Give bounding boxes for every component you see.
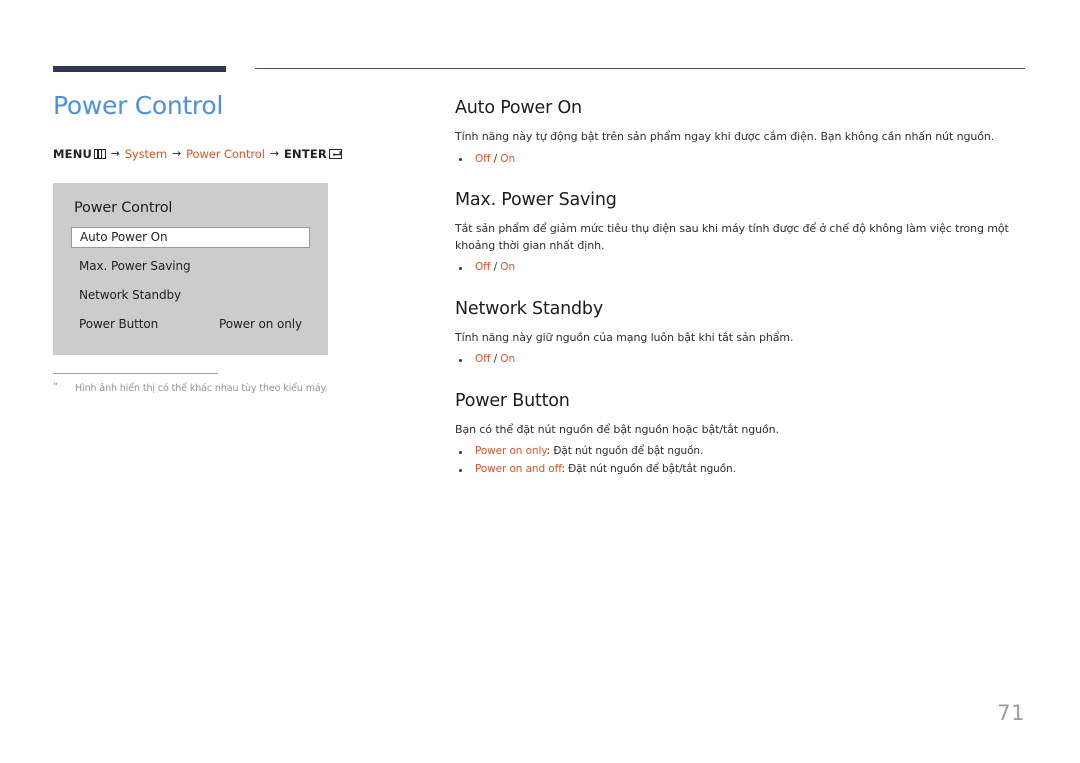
section-description: Tính năng này giữ nguồn của mạng luôn bậ… (455, 330, 794, 344)
breadcrumb-arrow-1: → (110, 147, 120, 161)
option-value-power-on-only: Power on only (475, 445, 547, 458)
section-description: Tính năng này tự động bật trên sản phẩm … (455, 130, 995, 143)
option-rest: : Đặt nút nguồn để bật/tắt nguồn. (561, 463, 736, 475)
option-value-on: On (500, 152, 516, 165)
breadcrumb: MENU → System → Power Control → ENTER (53, 147, 433, 161)
footnote-text: Hình ảnh hiển thị có thể khác nhau tùy t… (75, 382, 328, 394)
left-column: Power Control MENU → System → Power Cont… (53, 91, 433, 394)
option-item: Off / On (455, 351, 1027, 369)
footnote-divider (53, 372, 218, 374)
option-separator: / (490, 261, 501, 274)
breadcrumb-arrow-2: → (171, 147, 182, 161)
osd-row-label: Max. Power Saving (79, 259, 191, 274)
footnote: ˮ Hình ảnh hiển thị có thể khác nhau tùy… (53, 381, 433, 394)
section-max-power-saving: Max. Power Saving Tắt sản phẩm để giảm m… (455, 190, 1027, 277)
osd-row-label: Power Button (79, 317, 159, 332)
section-options: Off / On (455, 151, 1027, 169)
section-title: Auto Power On (455, 98, 582, 118)
osd-row-auto-power-on[interactable]: Auto Power On (71, 226, 310, 248)
option-item: Power on and off: Đặt nút nguồn để bật/t… (455, 461, 1027, 479)
footnote-block: ˮ Hình ảnh hiển thị có thể khác nhau tùy… (53, 372, 433, 394)
section-title: Max. Power Saving (455, 190, 617, 211)
breadcrumb-step-system[interactable]: System (125, 147, 167, 161)
option-separator: / (490, 353, 501, 366)
option-value-on: On (500, 261, 516, 274)
osd-row-value: Power on only (219, 317, 302, 332)
page-number: 71 (997, 701, 1025, 725)
osd-row-power-button[interactable]: Power Button Power on only (71, 314, 310, 335)
option-value-off: Off (475, 152, 491, 165)
osd-row-network-standby[interactable]: Network Standby (71, 285, 310, 306)
page-title: Power Control (53, 91, 224, 120)
section-network-standby: Network Standby Tính năng này giữ nguồn … (455, 299, 1027, 369)
osd-preview: Power Control Auto Power On Max. Power S… (53, 182, 328, 355)
osd-row-label: Network Standby (79, 288, 182, 303)
section-title: Network Standby (455, 298, 603, 319)
section-options: Off / On (455, 351, 1027, 369)
section-auto-power-on: Auto Power On Tính năng này tự động bật … (455, 98, 1027, 168)
breadcrumb-enter-label: ENTER (283, 146, 327, 161)
right-column: Auto Power On Tính năng này tự động bật … (455, 98, 1027, 479)
section-title: Power Button (455, 390, 570, 411)
enter-key-icon (329, 148, 343, 159)
section-power-button: Power Button Bạn có thể đặt nút nguồn để… (455, 391, 1027, 479)
footnote-marker: ˮ (53, 381, 59, 393)
osd-row-label: Auto Power On (80, 230, 168, 245)
osd-title: Power Control (74, 199, 173, 216)
option-value-off: Off (475, 261, 491, 274)
breadcrumb-menu-label: MENU (53, 146, 93, 161)
option-item: Power on only: Đặt nút nguồn để bật nguồ… (455, 443, 1027, 461)
section-options: Power on only: Đặt nút nguồn để bật nguồ… (455, 443, 1027, 478)
option-value-on: On (500, 353, 516, 366)
option-rest: : Đặt nút nguồn để bật nguồn. (546, 445, 704, 458)
option-value-power-on-and-off: Power on and off (475, 463, 562, 475)
header-accent-bar (53, 66, 226, 72)
breadcrumb-step-power-control[interactable]: Power Control (186, 147, 265, 161)
header-rule (255, 68, 1025, 69)
option-separator: / (490, 152, 501, 165)
option-value-off: Off (475, 353, 491, 366)
option-item: Off / On (455, 151, 1027, 169)
section-description: Bạn có thể đặt nút nguồn để bật nguồn ho… (455, 422, 779, 436)
section-description: Tắt sản phẩm để giảm mức tiêu thụ điện s… (455, 222, 1009, 252)
section-options: Off / On (455, 259, 1027, 277)
breadcrumb-arrow-3: → (269, 147, 279, 161)
menu-grid-icon (93, 148, 106, 159)
osd-row-max-power-saving[interactable]: Max. Power Saving (71, 256, 310, 277)
option-item: Off / On (455, 259, 1027, 277)
